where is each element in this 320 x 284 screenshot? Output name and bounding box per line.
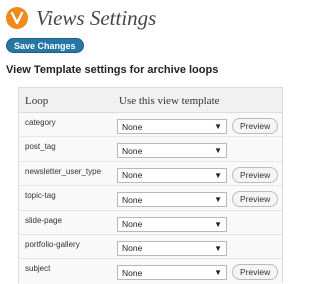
select-value: None xyxy=(122,170,143,181)
preview-button[interactable]: Preview xyxy=(232,191,279,208)
loop-label: topic-tag xyxy=(25,191,56,201)
select-value: None xyxy=(122,219,143,230)
preview-button[interactable]: Preview xyxy=(232,264,279,281)
table-row: slide-page None ▼ xyxy=(19,210,282,235)
loop-label: post_tag xyxy=(25,142,56,152)
template-select[interactable]: None ▼ xyxy=(117,216,227,232)
select-value: None xyxy=(122,145,143,156)
header: Views Settings xyxy=(6,2,156,34)
table-row: newsletter_user_type None ▼ Preview xyxy=(19,161,282,187)
loop-label: portfolio-gallery xyxy=(25,239,80,249)
template-select[interactable]: None ▼ xyxy=(117,167,227,183)
section-title: View Template settings for archive loops xyxy=(6,64,219,76)
template-select[interactable]: None ▼ xyxy=(117,240,227,256)
page-title: Views Settings xyxy=(36,5,157,30)
table-row: post_tag None ▼ xyxy=(19,137,282,162)
dropdown-arrow-icon: ▼ xyxy=(214,170,222,180)
loop-label: slide-page xyxy=(25,215,62,225)
dropdown-arrow-icon: ▼ xyxy=(214,243,222,253)
select-value: None xyxy=(122,243,143,254)
select-value: None xyxy=(122,194,143,205)
save-changes-button[interactable]: Save Changes xyxy=(6,38,84,53)
template-select[interactable]: None ▼ xyxy=(117,119,227,134)
loop-label: newsletter_user_type xyxy=(25,166,102,176)
table-row: topic-tag None ▼ Preview xyxy=(19,186,282,211)
select-value: None xyxy=(122,267,143,278)
table-row: category None ▼ Preview xyxy=(19,113,282,138)
dropdown-arrow-icon: ▼ xyxy=(214,195,222,205)
table-header: Loop Use this view template xyxy=(19,88,282,113)
dropdown-arrow-icon: ▼ xyxy=(214,219,222,229)
column-header-template: Use this view template xyxy=(119,95,220,107)
dropdown-arrow-icon: ▼ xyxy=(214,146,222,156)
preview-button[interactable]: Preview xyxy=(232,118,279,134)
template-select[interactable]: None ▼ xyxy=(117,143,227,159)
dropdown-arrow-icon: ▼ xyxy=(214,268,222,278)
loop-label: subject xyxy=(25,264,51,274)
archive-loops-table: Loop Use this view template category Non… xyxy=(18,87,283,284)
column-header-loop: Loop xyxy=(25,95,49,107)
preview-button[interactable]: Preview xyxy=(232,166,279,183)
loop-label: category xyxy=(25,118,56,127)
table-row: portfolio-gallery None ▼ xyxy=(19,234,282,260)
template-select[interactable]: None ▼ xyxy=(117,265,227,281)
template-select[interactable]: None ▼ xyxy=(117,192,227,208)
dropdown-arrow-icon: ▼ xyxy=(214,122,222,131)
views-logo-icon xyxy=(6,7,28,29)
select-value: None xyxy=(122,121,143,132)
table-row: subject None ▼ Preview xyxy=(19,259,282,284)
